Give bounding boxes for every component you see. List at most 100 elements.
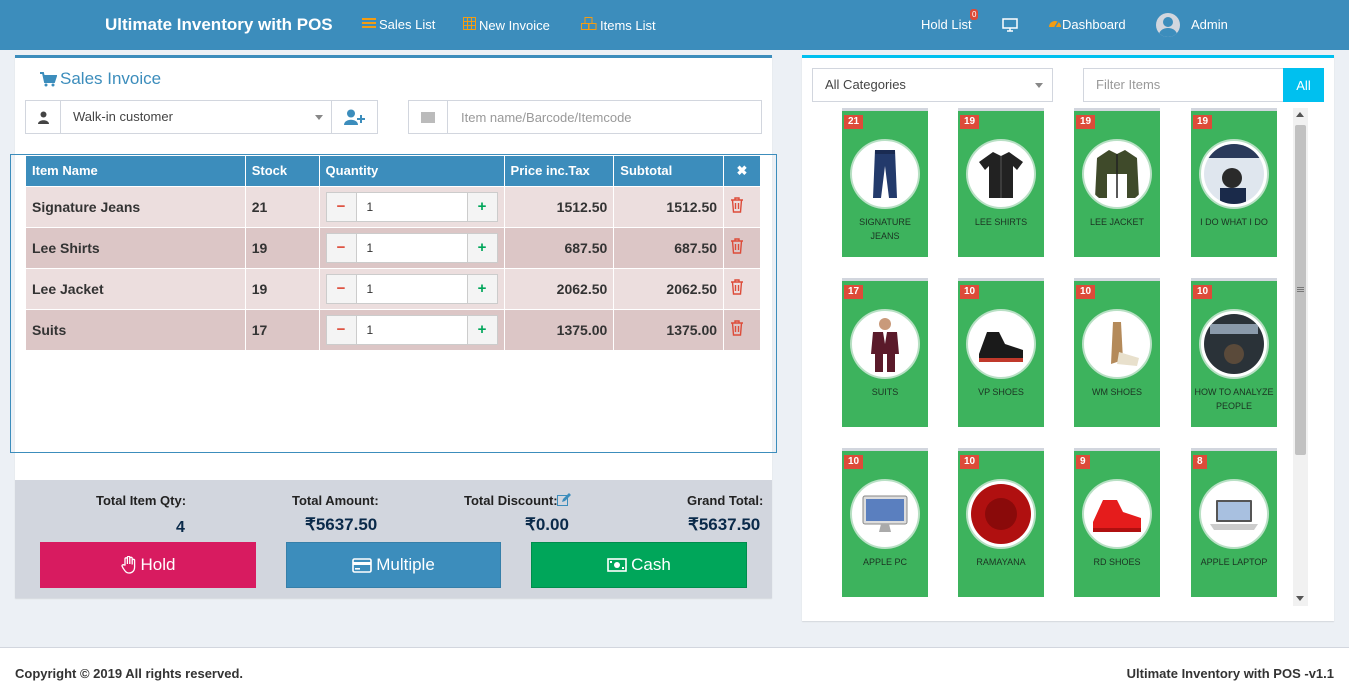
item-stock-badge: 17 — [844, 285, 864, 299]
top-navbar: Ultimate Inventory with POS Sales List N… — [0, 0, 1349, 50]
item-name: RD SHOES — [1093, 557, 1141, 567]
item-search-group — [408, 100, 762, 134]
book-icon — [1201, 141, 1267, 207]
col-stock: Stock — [245, 156, 320, 186]
item-stock-badge: 19 — [1076, 115, 1096, 129]
increase-qty-button[interactable]: + — [466, 233, 497, 262]
nav-hold-list[interactable]: Hold List — [921, 17, 972, 32]
nav-dashboard[interactable]: Dashboard — [1048, 17, 1126, 32]
item-card[interactable]: 9 RD SHOES — [1074, 448, 1160, 597]
nav-user[interactable]: Admin — [1191, 17, 1228, 32]
item-stock-badge: 10 — [960, 455, 980, 469]
user-avatar[interactable] — [1156, 13, 1180, 37]
version-text: Ultimate Inventory with POS -v1.1 — [1126, 666, 1334, 681]
nav-dashboard-label: Dashboard — [1062, 17, 1126, 32]
invoice-title-text: Sales Invoice — [60, 69, 162, 88]
col-item-name: Item Name — [26, 156, 246, 186]
user-icon — [26, 101, 61, 133]
nav-new-invoice[interactable]: New Invoice — [463, 17, 550, 33]
item-name: SUITS — [871, 387, 899, 397]
item-card[interactable]: 19 LEE SHIRTS — [958, 108, 1044, 257]
item-name: LEE SHIRTS — [974, 217, 1028, 227]
decrease-qty-button[interactable]: − — [326, 315, 357, 344]
monitor-icon[interactable] — [1002, 18, 1018, 32]
cart-row: Lee Shirts 19 −1 + 687.50 687.50 — [26, 226, 761, 268]
customer-select[interactable]: Walk-in customer — [61, 101, 331, 133]
decrease-qty-button[interactable]: − — [326, 192, 357, 221]
suit-icon — [852, 311, 918, 377]
total-discount-label: Total Discount: — [464, 493, 558, 508]
nav-hold-list-label: Hold List — [921, 17, 972, 32]
cart-row: Suits 17 −1 + 1375.00 1375.00 — [26, 308, 761, 350]
add-customer-button[interactable] — [331, 101, 377, 133]
hold-button[interactable]: Hold — [40, 542, 256, 588]
remove-item-button[interactable] — [723, 185, 761, 227]
quantity-input[interactable]: 1 — [357, 316, 467, 344]
item-stock-badge: 10 — [1193, 285, 1213, 299]
item-card[interactable]: 21 SIGNATURE JEANS — [842, 108, 928, 257]
desktop-icon — [852, 481, 918, 547]
cart-item-price: 2062.50 — [504, 267, 615, 309]
filter-items-input[interactable]: Filter Items — [1083, 68, 1284, 102]
item-card[interactable]: 19 I DO WHAT I DO — [1191, 108, 1277, 257]
item-stock-badge: 21 — [844, 115, 864, 129]
item-card[interactable]: 19 LEE JACKET — [1074, 108, 1160, 257]
item-name: I DO WHAT I DO — [1200, 217, 1268, 227]
item-search-input[interactable] — [448, 101, 761, 133]
copyright-text: Copyright © 2019 All rights reserved. — [15, 666, 244, 681]
all-items-button[interactable]: All — [1283, 68, 1324, 102]
calculator-icon — [463, 17, 476, 33]
item-card[interactable]: 10 HOW TO ANALYZE PEOPLE — [1191, 278, 1277, 427]
grand-total-label: Grand Total: — [687, 493, 764, 508]
multiple-button[interactable]: Multiple — [286, 542, 501, 588]
item-card[interactable]: 10 WM SHOES — [1074, 278, 1160, 427]
cubes-icon — [581, 17, 597, 33]
cart-item-price: 687.50 — [504, 226, 615, 268]
quantity-input[interactable]: 1 — [357, 193, 467, 221]
category-select[interactable]: All Categories — [812, 68, 1053, 102]
footer: Copyright © 2019 All rights reserved. Ul… — [0, 647, 1349, 698]
decrease-qty-button[interactable]: − — [326, 233, 357, 262]
item-card[interactable]: 10 RAMAYANA — [958, 448, 1044, 597]
decrease-qty-button[interactable]: − — [326, 274, 357, 303]
increase-qty-button[interactable]: + — [466, 315, 497, 344]
quantity-input[interactable]: 1 — [357, 234, 467, 262]
hold-count-badge: 0 — [970, 9, 979, 20]
edit-discount-icon[interactable] — [557, 493, 571, 506]
cash-button[interactable]: Cash — [531, 542, 747, 588]
scroll-up-arrow[interactable] — [1296, 112, 1304, 117]
scroll-down-arrow[interactable] — [1296, 596, 1304, 601]
quantity-stepper: −1 + — [325, 314, 498, 345]
remove-item-button[interactable] — [723, 308, 761, 350]
quantity-input[interactable]: 1 — [357, 275, 467, 303]
nav-items-list[interactable]: Items List — [581, 17, 656, 33]
customer-select-group: Walk-in customer — [25, 100, 378, 134]
cart-item-name: Suits — [26, 308, 246, 350]
remove-item-button[interactable] — [723, 226, 761, 268]
increase-qty-button[interactable]: + — [466, 192, 497, 221]
trash-icon — [731, 279, 744, 295]
quantity-stepper: −1 + — [325, 232, 498, 263]
cart-table: Item Name Stock Quantity Price inc.Tax S… — [26, 156, 761, 350]
nav-sales-list[interactable]: Sales List — [362, 17, 435, 32]
item-name: HOW TO ANALYZE PEOPLE — [1194, 387, 1274, 411]
item-card[interactable]: 8 APPLE LAPTOP — [1191, 448, 1277, 597]
clear-cart-icon[interactable]: ✖ — [723, 156, 761, 186]
total-amount-value: ₹5637.50 — [305, 515, 378, 534]
nav-new-invoice-label: New Invoice — [479, 17, 550, 33]
nav-items-list-label: Items List — [600, 17, 656, 33]
nav-sales-list-label: Sales List — [379, 17, 436, 32]
item-card[interactable]: 10 VP SHOES — [958, 278, 1044, 427]
col-subtotal: Subtotal — [613, 156, 725, 186]
remove-item-button[interactable] — [723, 267, 761, 309]
cart-row: Signature Jeans 21 −1 + 1512.50 1512.50 — [26, 185, 761, 227]
cart-header-row: Item Name Stock Quantity Price inc.Tax S… — [26, 156, 761, 186]
col-price: Price inc.Tax — [504, 156, 615, 186]
app-title[interactable]: Ultimate Inventory with POS — [105, 15, 333, 35]
item-card[interactable]: 10 APPLE PC — [842, 448, 928, 597]
item-card[interactable]: 17 SUITS — [842, 278, 928, 427]
increase-qty-button[interactable]: + — [466, 274, 497, 303]
cart-item-quantity: −1 + — [319, 267, 505, 309]
cash-label: Cash — [631, 555, 671, 574]
items-scrollbar-thumb[interactable] — [1295, 125, 1306, 455]
